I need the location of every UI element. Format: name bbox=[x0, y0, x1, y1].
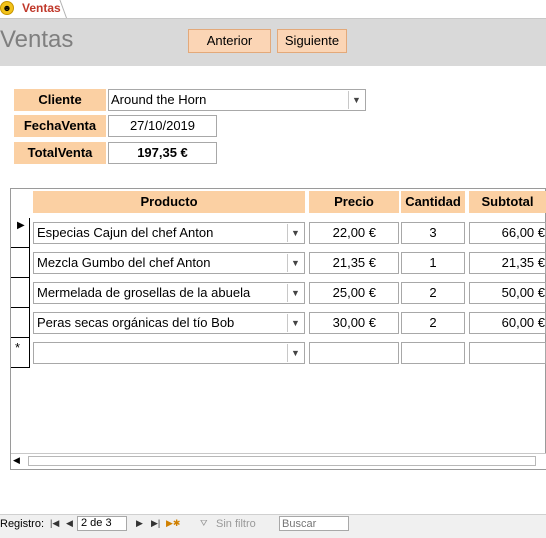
record-selector[interactable] bbox=[11, 248, 30, 278]
record-selector[interactable] bbox=[11, 278, 30, 308]
search-input[interactable] bbox=[279, 516, 349, 531]
last-record-icon[interactable]: ▶| bbox=[151, 518, 160, 529]
new-record-icon[interactable]: ▶✱ bbox=[166, 518, 180, 529]
cantidad-field[interactable]: 2 bbox=[401, 312, 465, 334]
chevron-down-icon[interactable]: ▼ bbox=[287, 314, 303, 332]
producto-combo[interactable]: Mezcla Gumbo del chef Anton bbox=[33, 252, 305, 274]
previous-record-icon[interactable]: ◀ bbox=[66, 518, 73, 529]
form-title: Ventas bbox=[0, 26, 74, 53]
subtotal-field[interactable]: 60,00 € bbox=[469, 312, 546, 334]
precio-field[interactable]: 25,00 € bbox=[309, 282, 399, 304]
tab-label[interactable]: Ventas bbox=[22, 1, 61, 15]
next-record-icon[interactable]: ▶ bbox=[136, 518, 143, 529]
precio-field[interactable]: 22,00 € bbox=[309, 222, 399, 244]
document-tab-strip bbox=[0, 0, 546, 19]
chevron-down-icon[interactable]: ▼ bbox=[287, 344, 303, 362]
first-record-icon[interactable]: |◀ bbox=[50, 518, 59, 529]
precio-field[interactable]: 30,00 € bbox=[309, 312, 399, 334]
cantidad-field[interactable]: 3 bbox=[401, 222, 465, 244]
cantidad-field-new[interactable] bbox=[401, 342, 465, 364]
record-selector[interactable] bbox=[11, 308, 30, 338]
next-button[interactable]: Siguiente bbox=[277, 29, 347, 53]
cliente-label: Cliente bbox=[14, 89, 106, 111]
totalventa-label: TotalVenta bbox=[14, 142, 106, 164]
precio-field-new[interactable] bbox=[309, 342, 399, 364]
new-record-marker: * bbox=[15, 340, 21, 355]
subtotal-field[interactable]: 50,00 € bbox=[469, 282, 546, 304]
cantidad-field[interactable]: 1 bbox=[401, 252, 465, 274]
chevron-down-icon[interactable]: ▼ bbox=[287, 254, 303, 272]
subform-horizontal-scrollbar[interactable]: ◀ bbox=[11, 453, 546, 469]
smiley-form-icon: ☻ bbox=[0, 1, 14, 15]
form-header bbox=[0, 19, 546, 66]
record-position-field[interactable]: 2 de 3 bbox=[77, 516, 127, 531]
fechaventa-field[interactable]: 27/10/2019 bbox=[108, 115, 217, 137]
producto-combo[interactable]: Mermelada de grosellas de la abuela bbox=[33, 282, 305, 304]
new-record-selector[interactable]: * bbox=[11, 338, 30, 368]
producto-combo[interactable]: Peras secas orgánicas del tío Bob bbox=[33, 312, 305, 334]
cliente-combo[interactable]: Around the Horn bbox=[108, 89, 366, 111]
current-record-icon: ▶ bbox=[17, 220, 25, 231]
subtotal-field[interactable]: 66,00 € bbox=[469, 222, 546, 244]
chevron-down-icon[interactable]: ▼ bbox=[287, 284, 303, 302]
scroll-left-icon[interactable]: ◀ bbox=[13, 455, 20, 466]
subtotal-field-new[interactable] bbox=[469, 342, 546, 364]
producto-combo-new[interactable] bbox=[33, 342, 305, 364]
totalventa-field[interactable]: 197,35 € bbox=[108, 142, 217, 164]
registro-label: Registro: bbox=[0, 518, 45, 530]
scrollbar-thumb[interactable] bbox=[28, 456, 536, 466]
precio-field[interactable]: 21,35 € bbox=[309, 252, 399, 274]
subtotal-field[interactable]: 21,35 € bbox=[469, 252, 546, 274]
previous-button[interactable]: Anterior bbox=[188, 29, 271, 53]
producto-combo[interactable]: Especias Cajun del chef Anton bbox=[33, 222, 305, 244]
record-selector[interactable]: ▶ bbox=[11, 218, 30, 248]
fechaventa-label: FechaVenta bbox=[14, 115, 106, 137]
cantidad-field[interactable]: 2 bbox=[401, 282, 465, 304]
col-header-producto[interactable]: Producto bbox=[33, 191, 305, 213]
col-header-cantidad[interactable]: Cantidad bbox=[401, 191, 465, 213]
filter-icon: ⛛ bbox=[200, 518, 208, 528]
chevron-down-icon[interactable]: ▼ bbox=[348, 91, 364, 109]
col-header-precio[interactable]: Precio bbox=[309, 191, 399, 213]
cliente-value: Around the Horn bbox=[111, 92, 207, 107]
filter-status[interactable]: Sin filtro bbox=[216, 518, 256, 530]
chevron-down-icon[interactable]: ▼ bbox=[287, 224, 303, 242]
col-header-subtotal[interactable]: Subtotal bbox=[469, 191, 546, 213]
